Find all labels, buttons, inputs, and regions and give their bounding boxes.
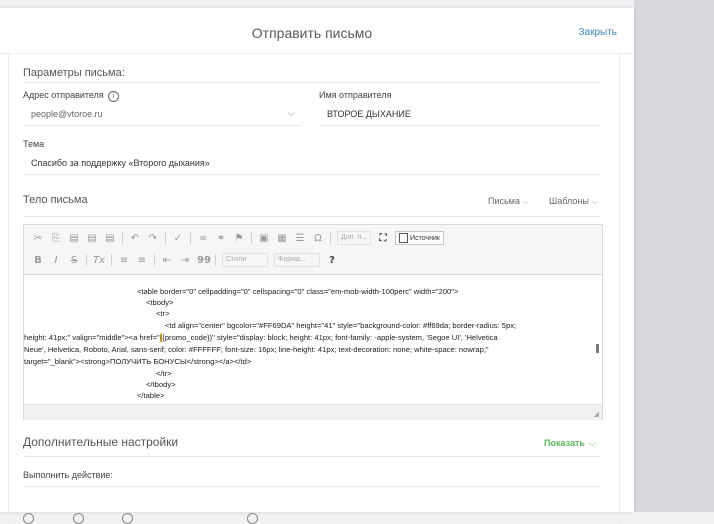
extra-divider <box>23 456 601 457</box>
toolbar-separator <box>190 232 191 244</box>
indent-icon[interactable]: ⇥ <box>179 255 191 266</box>
italic-icon[interactable]: I <box>50 255 62 266</box>
sender-name-underline <box>319 125 601 126</box>
numbered-list-icon[interactable]: ≡ <box>118 255 130 266</box>
paste-text-icon[interactable]: ▤ <box>86 233 98 244</box>
source-icon <box>399 233 409 243</box>
code-line: target="_blank"><strong>ПОЛУЧИТЬ БОНУСЫ<… <box>24 357 252 366</box>
action-underline <box>23 486 601 487</box>
subject-field[interactable]: Спасибо за поддержку «Второго дыхания» <box>31 158 210 168</box>
chevron-down-icon: ⌵ <box>522 197 529 206</box>
extra-settings-title: Дополнительные настройки <box>23 435 179 449</box>
format-combo[interactable]: Форма... <box>274 253 320 267</box>
bold-icon[interactable]: B <box>32 255 44 266</box>
params-divider <box>23 82 601 83</box>
toolbar-row-2: B I S Tx ≡ ≡ ⇤ ⇥ 99 Стили Форма... ? <box>32 251 338 269</box>
code-line: <tbody> <box>146 298 174 307</box>
bulleted-list-icon[interactable]: ≡ <box>136 255 148 266</box>
code-line: height: 41px;" valign="middle"><a href="… <box>24 333 498 342</box>
toolbar-separator <box>111 254 112 266</box>
action-radio[interactable] <box>73 513 84 524</box>
html-editor[interactable]: ✂ ⎘ ▤ ▤ ▤ ↶ ↷ ✓ ∞ ⚭ ⚑ ▣ ▦ ☰ Ω Доп. п... … <box>23 224 603 420</box>
toolbar-separator <box>122 232 123 244</box>
show-extra-settings-button[interactable]: Показать ⌵ <box>544 438 596 449</box>
hr-icon[interactable]: ☰ <box>294 233 306 244</box>
modal-title: Отправить письмо <box>251 25 373 41</box>
action-radio[interactable] <box>122 513 133 524</box>
toolbar-separator <box>251 232 252 244</box>
code-line: <tr> <box>156 309 170 318</box>
toolbar-row-1: ✂ ⎘ ▤ ▤ ▤ ↶ ↷ ✓ ∞ ⚭ ⚑ ▣ ▦ ☰ Ω Доп. п... … <box>32 229 444 247</box>
info-icon[interactable]: i <box>107 91 119 102</box>
toolbar-separator <box>86 254 87 266</box>
scrollbar-thumb[interactable] <box>596 344 599 353</box>
spellcheck-icon[interactable]: ✓ <box>172 233 184 244</box>
unlink-icon[interactable]: ⚭ <box>215 233 227 244</box>
editor-toolbar: ✂ ⎘ ▤ ▤ ▤ ↶ ↷ ✓ ∞ ⚭ ⚑ ▣ ▦ ☰ Ω Доп. п... … <box>24 225 602 275</box>
toolbar-separator <box>165 232 166 244</box>
action-label: Выполнить действие: <box>23 470 113 480</box>
code-line: <table border="0" cellpadding="0" cellsp… <box>137 287 459 296</box>
subject-label: Тема <box>23 139 45 149</box>
chevron-down-icon: ⌵ <box>591 197 598 206</box>
code-line: </tr> <box>156 369 172 378</box>
cut-icon[interactable]: ✂ <box>32 233 44 244</box>
chevron-down-icon[interactable]: ⌵ <box>288 108 295 119</box>
chevron-down-icon: ⌵ <box>588 438 596 448</box>
copy-icon[interactable]: ⎘ <box>50 233 62 244</box>
styles-combo[interactable]: Стили <box>222 253 268 267</box>
table-icon[interactable]: ▦ <box>276 233 288 244</box>
paste-icon[interactable]: ▤ <box>68 233 80 244</box>
sender-address-underline <box>23 125 301 126</box>
source-code-area[interactable]: <table border="0" cellpadding="0" cellsp… <box>24 274 590 404</box>
sender-name-field[interactable]: ВТОРОЕ ДЫХАНИЕ <box>327 109 411 119</box>
close-button[interactable]: Закрыть <box>578 27 617 38</box>
code-line: <td align="center" bgcolor="#FF69DA" hei… <box>165 321 517 330</box>
body-section-title: Тело письма <box>23 194 88 206</box>
paste-word-icon[interactable]: ▤ <box>104 233 116 244</box>
action-radio[interactable] <box>23 513 34 524</box>
letters-dropdown[interactable]: Письма ⌵ <box>488 196 529 207</box>
remove-format-icon[interactable]: Tx <box>93 255 105 266</box>
params-section-title: Параметры письма: <box>23 67 125 79</box>
maximize-icon[interactable]: ⛶ <box>377 233 389 244</box>
subject-underline <box>23 174 601 175</box>
image-icon[interactable]: ▣ <box>258 233 270 244</box>
source-button[interactable]: Источник <box>395 231 444 245</box>
blockquote-icon[interactable]: 99 <box>197 255 211 266</box>
send-email-modal: Отправить письмо Закрыть Параметры письм… <box>0 8 634 524</box>
body-divider <box>23 216 601 217</box>
source-button-label: Источник <box>410 234 440 242</box>
sender-name-label: Имя отправителя <box>319 90 392 100</box>
extra-options-combo[interactable]: Доп. п... <box>337 231 372 245</box>
backdrop <box>634 0 714 512</box>
code-line: </tbody> <box>146 380 176 389</box>
outdent-icon[interactable]: ⇤ <box>161 255 173 266</box>
anchor-icon[interactable]: ⚑ <box>233 233 245 244</box>
sender-address-select[interactable]: people@vtoroe.ru <box>31 109 103 119</box>
special-char-icon[interactable]: Ω <box>312 233 324 244</box>
code-line: Neue', Helvetica, Roboto, Arial, sans-se… <box>24 345 489 354</box>
toolbar-separator <box>215 254 216 266</box>
undo-icon[interactable]: ↶ <box>129 233 141 244</box>
help-icon[interactable]: ? <box>326 255 338 266</box>
toolbar-separator <box>330 232 331 244</box>
strike-icon[interactable]: S <box>68 255 80 266</box>
sender-address-label: Адрес отправителя i <box>23 90 119 102</box>
editor-status-bar: ◢ <box>24 404 602 420</box>
link-icon[interactable]: ∞ <box>197 233 209 244</box>
code-line: </table> <box>137 391 165 400</box>
templates-dropdown[interactable]: Шаблоны ⌵ <box>549 196 598 207</box>
resize-grip-icon[interactable]: ◢ <box>594 410 599 418</box>
redo-icon[interactable]: ↷ <box>147 233 159 244</box>
action-radio[interactable] <box>247 513 258 524</box>
toolbar-separator <box>154 254 155 266</box>
